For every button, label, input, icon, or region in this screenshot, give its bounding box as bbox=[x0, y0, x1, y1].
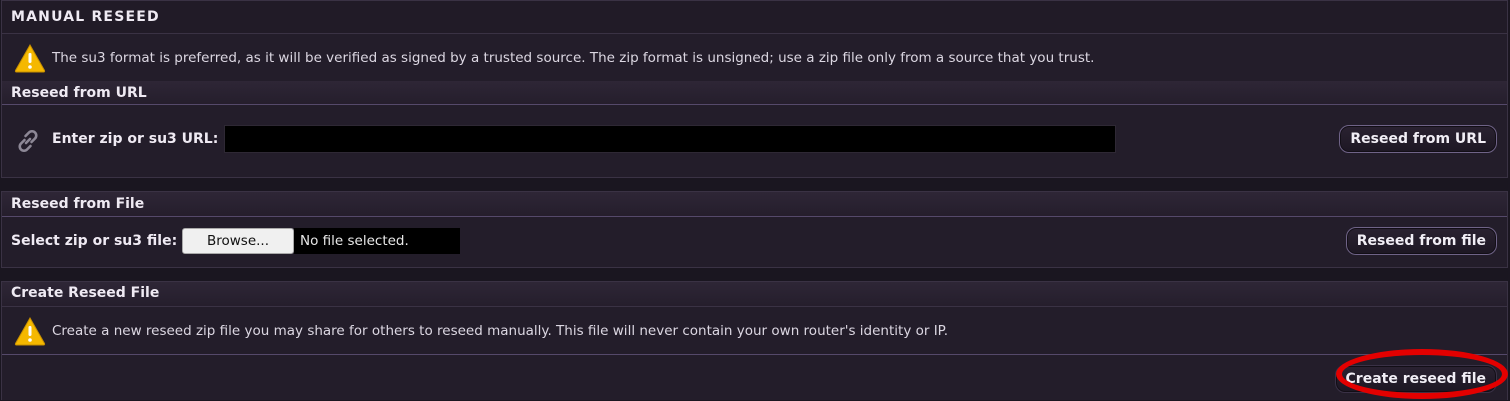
url-input[interactable] bbox=[224, 125, 1116, 153]
reseed-from-file-button[interactable]: Reseed from file bbox=[1345, 227, 1497, 255]
create-reseed-file-heading: Create Reseed File bbox=[2, 282, 1507, 307]
reseed-from-url-heading: Reseed from URL bbox=[2, 81, 1507, 105]
link-icon bbox=[14, 127, 42, 159]
create-notice-text: Create a new reseed zip file you may sha… bbox=[52, 322, 949, 339]
file-status: No file selected. bbox=[294, 228, 460, 254]
url-label: Enter zip or su3 URL: bbox=[52, 131, 219, 147]
create-reseed-file-button[interactable]: Create reseed file bbox=[1334, 365, 1497, 393]
create-notice-row: Create a new reseed zip file you may sha… bbox=[2, 307, 1507, 355]
reseed-url-row: Enter zip or su3 URL: Reseed from URL bbox=[2, 105, 1507, 175]
notice-text: The su3 format is preferred, as it will … bbox=[52, 49, 1095, 66]
reseed-from-url-button[interactable]: Reseed from URL bbox=[1339, 125, 1497, 153]
create-reseed-file-panel: Create Reseed File Create a new reseed z… bbox=[1, 281, 1508, 400]
page-title: MANUAL RESEED bbox=[2, 1, 1507, 34]
notice-row: The su3 format is preferred, as it will … bbox=[2, 34, 1507, 81]
reseed-from-file-panel: Reseed from File Select zip or su3 file:… bbox=[1, 191, 1508, 268]
warning-icon bbox=[12, 40, 48, 76]
reseed-from-file-heading: Reseed from File bbox=[2, 192, 1507, 217]
create-button-row: Create reseed file bbox=[2, 355, 1507, 401]
file-label: Select zip or su3 file: bbox=[11, 233, 178, 249]
manual-reseed-panel: MANUAL RESEED The su3 format is preferre… bbox=[1, 0, 1508, 178]
browse-button[interactable]: Browse... bbox=[182, 228, 294, 254]
reseed-file-row: Select zip or su3 file: Browse... No fil… bbox=[2, 217, 1507, 267]
warning-icon bbox=[12, 313, 48, 349]
